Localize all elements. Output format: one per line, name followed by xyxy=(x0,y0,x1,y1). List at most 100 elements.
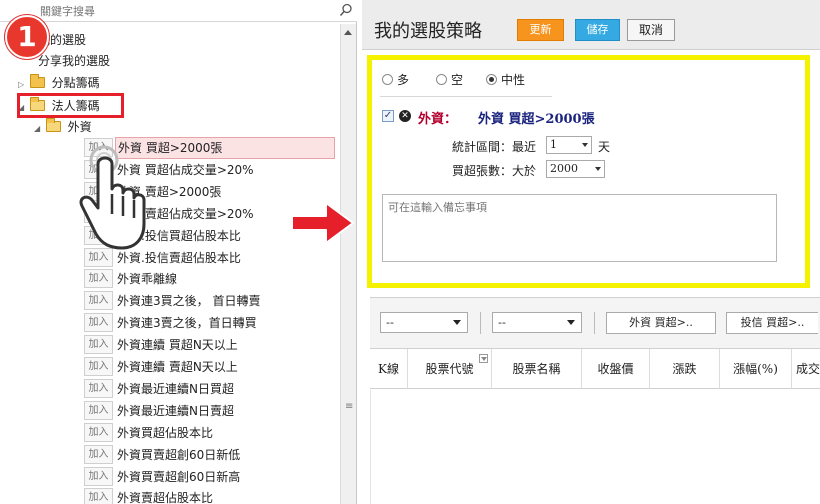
strategy-item[interactable]: 加入 外資連續 賣超N天以上 xyxy=(84,356,338,378)
strategy-item[interactable]: 加入 外資乖離線 xyxy=(84,268,338,290)
tree-item-label: 分享我的選股 xyxy=(38,54,111,68)
tree-item-branch-chips[interactable]: ▷ 分點籌碼 xyxy=(18,73,100,93)
radio-label: 多 xyxy=(397,73,410,87)
volume-select[interactable]: 2000 xyxy=(546,160,605,178)
strategy-item[interactable]: 加入 外資最近連續N日買超 xyxy=(84,378,338,400)
radio-label: 中性 xyxy=(501,73,526,87)
radio-button[interactable] xyxy=(436,74,447,85)
period-select[interactable]: 1 xyxy=(546,136,592,154)
divider xyxy=(380,96,552,97)
filter-select-1[interactable]: -- xyxy=(380,312,468,333)
add-strategy-button[interactable]: 加入 xyxy=(84,378,113,398)
filter-select-value: -- xyxy=(386,316,394,329)
red-arrow-icon xyxy=(291,202,354,244)
strategy-label: 外資買超佔股本比 xyxy=(117,425,214,440)
strategy-item[interactable]: 加入 外資買超佔股本比 xyxy=(84,422,338,444)
sort-icon[interactable] xyxy=(479,354,488,363)
search-icon[interactable] xyxy=(339,3,353,17)
strategy-label: 外資連3買之後， 首日轉賣 xyxy=(117,294,261,309)
collapse-icon[interactable]: ◢ xyxy=(34,119,42,139)
cancel-button[interactable]: 取消 xyxy=(627,19,675,41)
column-header-change[interactable]: 漲跌 xyxy=(650,349,720,389)
add-strategy-button[interactable]: 加入 xyxy=(84,291,113,311)
period-value: 1 xyxy=(550,138,557,151)
strategy-item[interactable]: 加入 外資連3賣之後，首日轉買 xyxy=(84,312,338,334)
tree-item-shared-picks[interactable]: 分享我的選股 xyxy=(38,51,110,71)
radio-neutral[interactable]: 中性 xyxy=(486,71,525,88)
highlight-box xyxy=(17,93,124,118)
step-badge: 1 xyxy=(5,15,49,59)
add-strategy-button[interactable]: 加入 xyxy=(84,335,113,355)
scroll-up-icon[interactable] xyxy=(344,30,352,35)
tree-item-label: 外資 xyxy=(67,120,92,134)
add-strategy-button[interactable]: 加入 xyxy=(84,444,113,464)
strategy-label: 外資最近連續N日賣超 xyxy=(117,403,234,418)
update-button[interactable]: 更新 xyxy=(517,19,564,41)
tree-item-foreign-investors[interactable]: ◢ 外資 xyxy=(34,117,92,137)
add-strategy-button[interactable]: 加入 xyxy=(84,400,113,420)
expand-icon[interactable]: ▷ xyxy=(18,75,26,95)
search-input[interactable] xyxy=(40,3,330,19)
column-header-volume[interactable]: 成交量 xyxy=(792,349,820,389)
memo-textarea[interactable] xyxy=(382,194,777,262)
close-icon[interactable]: ✕ xyxy=(399,110,411,122)
strategy-label: 外資連續 買超N天以上 xyxy=(117,338,238,353)
scroll-grip-icon[interactable]: ≡ xyxy=(345,402,353,412)
radio-button-checked[interactable] xyxy=(486,74,497,85)
dropdown-arrow-icon xyxy=(567,320,575,325)
add-strategy-button[interactable]: 加入 xyxy=(84,488,113,504)
radio-short[interactable]: 空 xyxy=(436,71,463,88)
dropdown-arrow-icon xyxy=(582,143,588,147)
column-header-stock-name[interactable]: 股票名稱 xyxy=(492,349,582,389)
condition-checkbox[interactable]: ✓ xyxy=(382,110,394,122)
period-label: 統計區間：最近 xyxy=(452,140,537,154)
column-header-stock-code[interactable]: 股票代號 xyxy=(408,349,492,389)
strategy-item[interactable]: 加入 外資最近連續N日賣超 xyxy=(84,400,338,422)
scrollbar[interactable]: ≡ xyxy=(340,24,356,504)
column-header-close[interactable]: 收盤價 xyxy=(582,349,650,389)
tree-item-label: 分點籌碼 xyxy=(51,76,100,90)
strategy-item[interactable]: 加入 外資買賣超創60日新低 xyxy=(84,444,338,466)
condition-name: 外資 買超>2000張 xyxy=(478,112,595,127)
dropdown-arrow-icon xyxy=(453,320,461,325)
strategy-label: 外資賣超佔股本比 xyxy=(117,491,214,504)
radio-button[interactable] xyxy=(382,74,393,85)
add-strategy-button[interactable]: 加入 xyxy=(84,357,113,376)
add-strategy-button[interactable]: 加入 xyxy=(84,466,113,486)
strategy-item[interactable]: 加入 外資連3買之後， 首日轉賣 xyxy=(84,290,338,312)
strategy-condition-box: 多 空 中性 ✓ ✕ 外資： 外資 買超>2000張 統計區間：最近 1 天 買… xyxy=(367,55,810,288)
strategy-label: 外資買賣超創60日新高 xyxy=(117,469,241,484)
filter-trust-buy-button[interactable]: 投信 買超>.. xyxy=(726,312,818,334)
column-header-change-pct[interactable]: 漲幅(%) xyxy=(720,349,792,389)
strategy-label: 外資最近連續N日買超 xyxy=(117,381,234,396)
folder-open-icon xyxy=(45,118,61,132)
divider xyxy=(594,312,595,334)
results-table-body xyxy=(370,390,820,504)
strategy-item[interactable]: 加入 外資買賣超創60日新高 xyxy=(84,466,338,488)
folder-icon xyxy=(29,74,45,88)
save-button[interactable]: 儲存 xyxy=(575,19,620,41)
period-unit: 天 xyxy=(598,140,611,154)
column-header-label: 股票代號 xyxy=(425,362,474,376)
add-strategy-button[interactable]: 加入 xyxy=(84,422,113,442)
filter-select-value: -- xyxy=(498,316,506,329)
results-table-header: K線 股票代號 股票名稱 收盤價 漲跌 漲幅(%) 成交量 xyxy=(370,349,820,389)
page-title: 我的選股策略 xyxy=(374,21,482,42)
add-strategy-button[interactable]: 加入 xyxy=(84,269,113,289)
filter-bar: -- -- 外資 買超>.. 投信 買超>.. xyxy=(370,297,820,349)
radio-long[interactable]: 多 xyxy=(382,71,409,88)
strategy-item[interactable]: 加入 外資連續 買超N天以上 xyxy=(84,334,338,356)
dropdown-arrow-icon xyxy=(595,167,601,171)
strategy-label: 外資連3賣之後，首日轉買 xyxy=(117,316,257,331)
search-row xyxy=(0,0,357,22)
header-bar: 我的選股策略 更新 儲存 取消 xyxy=(362,0,820,50)
column-header-kline[interactable]: K線 xyxy=(370,349,408,389)
strategy-item[interactable]: 加入 外資賣超佔股本比 xyxy=(84,487,338,504)
radio-label: 空 xyxy=(451,73,464,87)
strategy-editor-panel: 我的選股策略 更新 儲存 取消 多 空 中性 ✓ ✕ 外資： 外資 買超>200… xyxy=(362,0,820,504)
filter-foreign-buy-button[interactable]: 外資 買超>.. xyxy=(606,312,716,334)
condition-category: 外資： xyxy=(418,112,458,127)
add-strategy-button[interactable]: 加入 xyxy=(84,313,113,333)
strategy-label: 外資連續 賣超N天以上 xyxy=(117,360,238,374)
filter-select-2[interactable]: -- xyxy=(492,312,582,333)
